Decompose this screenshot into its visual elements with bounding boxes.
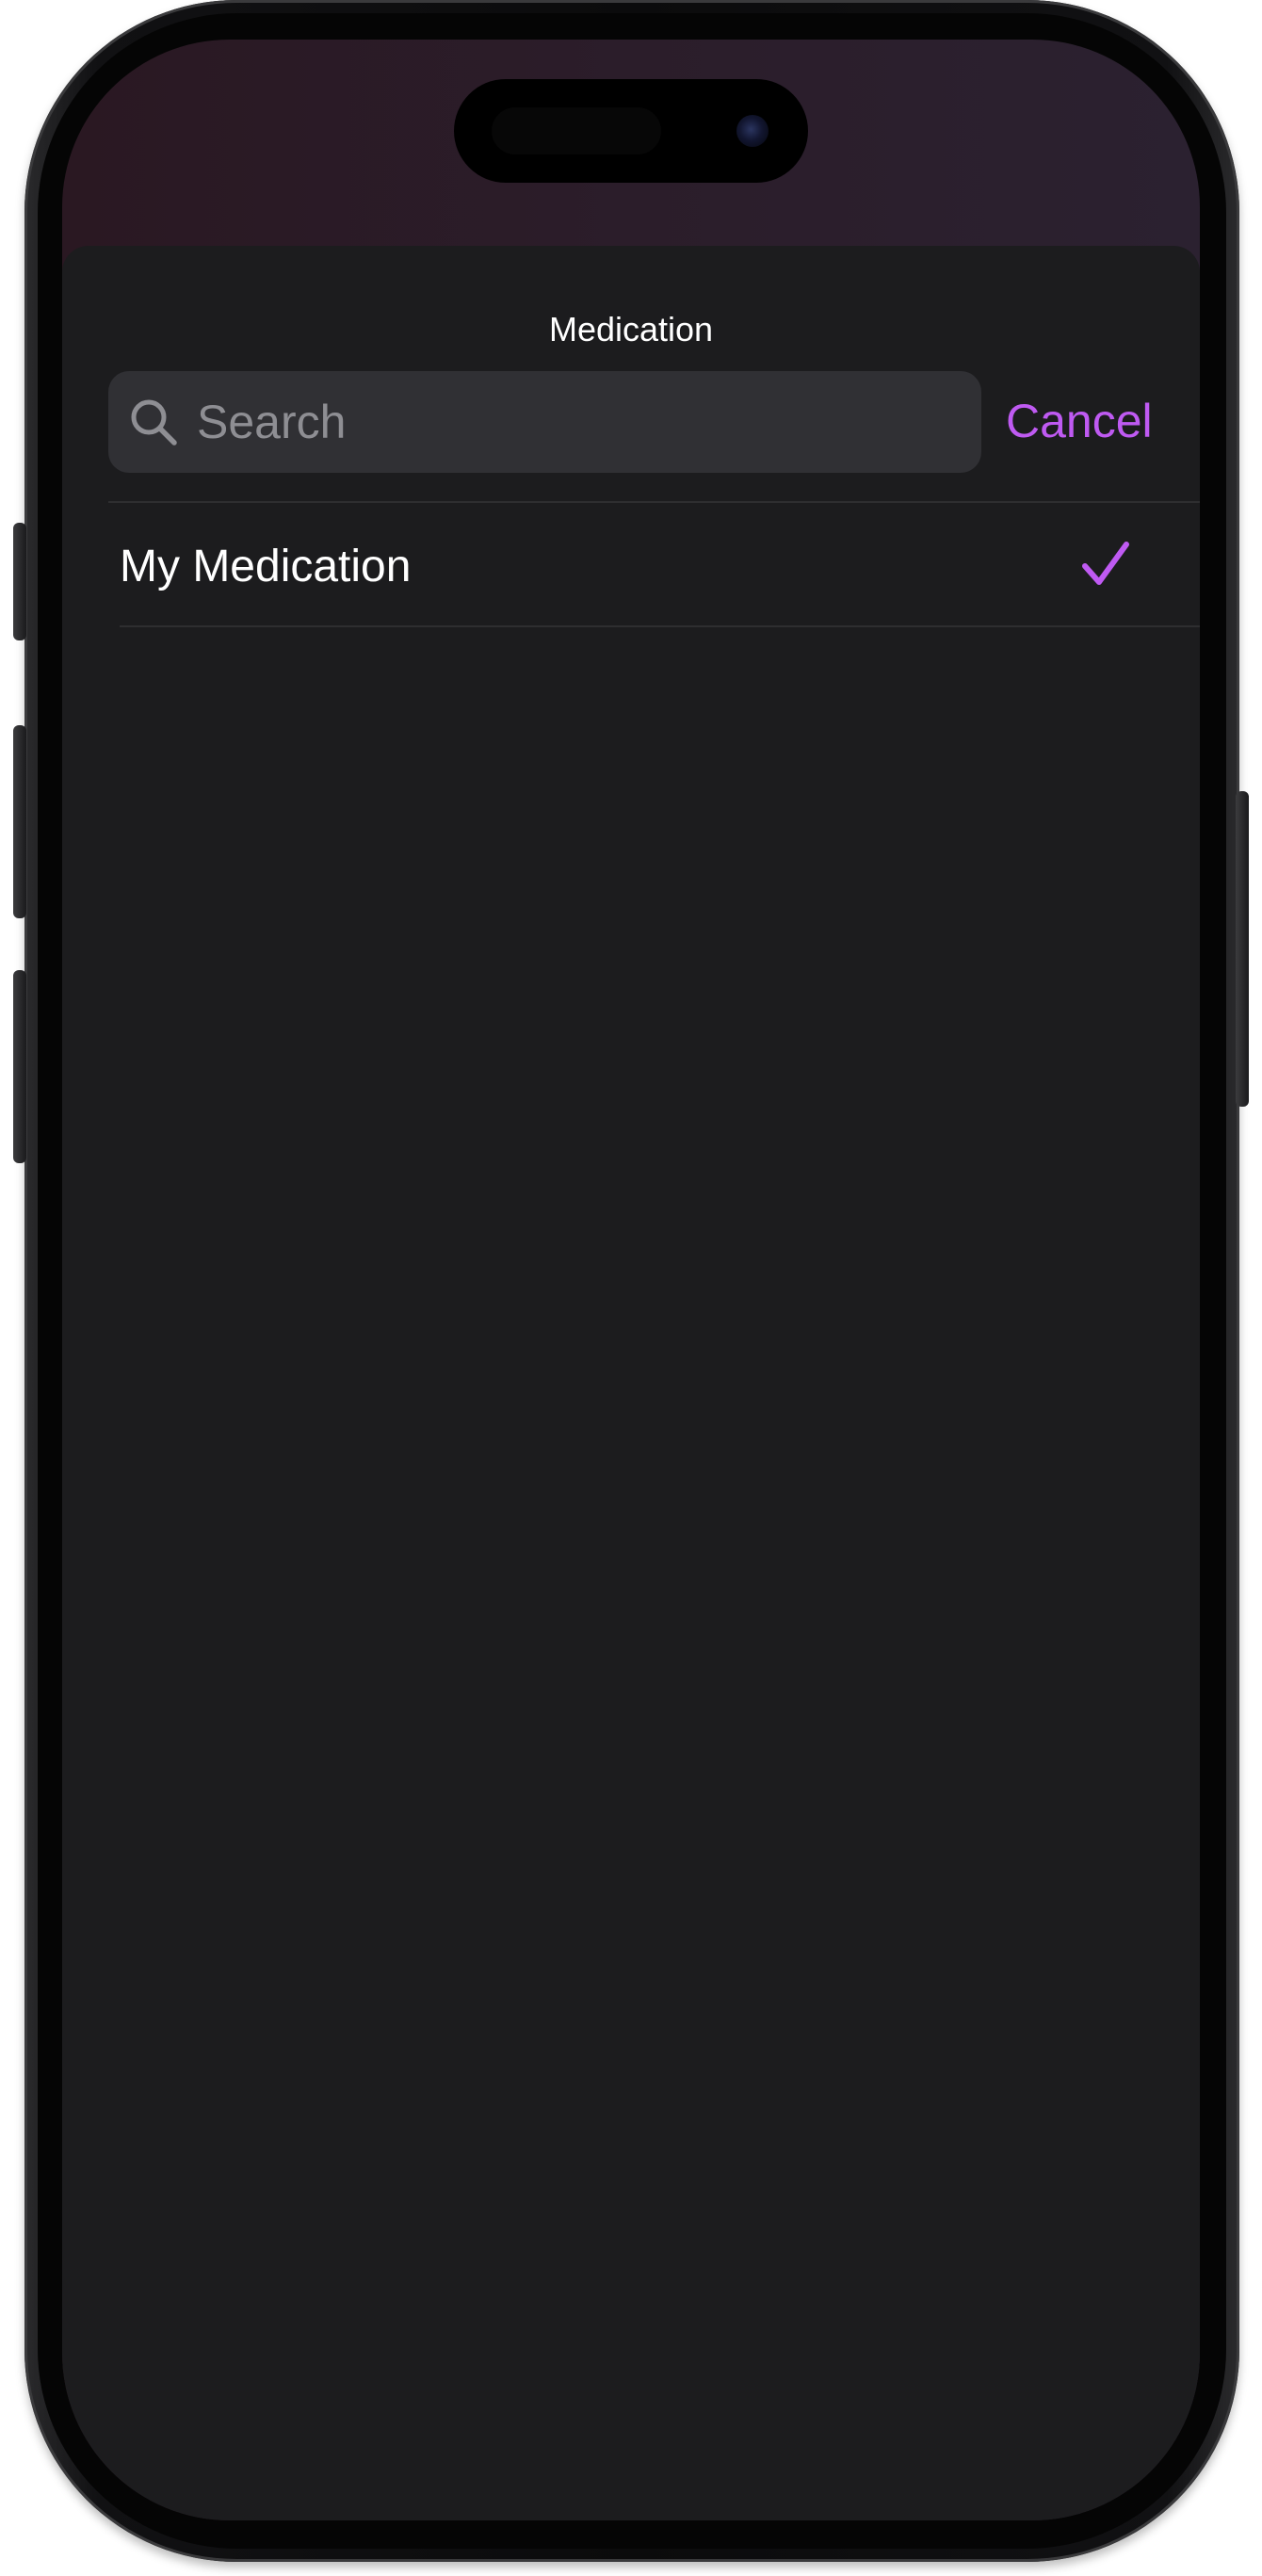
face-id-sensor <box>492 107 661 154</box>
volume-down-button <box>13 970 26 1163</box>
dynamic-island <box>454 79 808 183</box>
search-icon <box>131 399 177 446</box>
search-input[interactable]: Search <box>108 371 981 473</box>
list-item-label: My Medication <box>120 542 412 591</box>
action-button <box>13 523 26 640</box>
cancel-button[interactable]: Cancel <box>1006 395 1153 447</box>
volume-up-button <box>13 725 26 918</box>
checkmark-icon <box>1082 542 1129 585</box>
list-divider <box>120 625 1200 627</box>
search-placeholder: Search <box>197 396 347 448</box>
sheet-title: Medication <box>548 310 714 348</box>
side-power-button <box>1236 791 1249 1107</box>
device-screen: Medication Search Cancel My Medication <box>62 40 1200 2520</box>
medication-picker-sheet: Medication Search Cancel My Medication <box>62 246 1200 2520</box>
list-item-my-medication[interactable]: My Medication <box>62 503 1200 625</box>
front-camera-icon <box>736 115 769 147</box>
